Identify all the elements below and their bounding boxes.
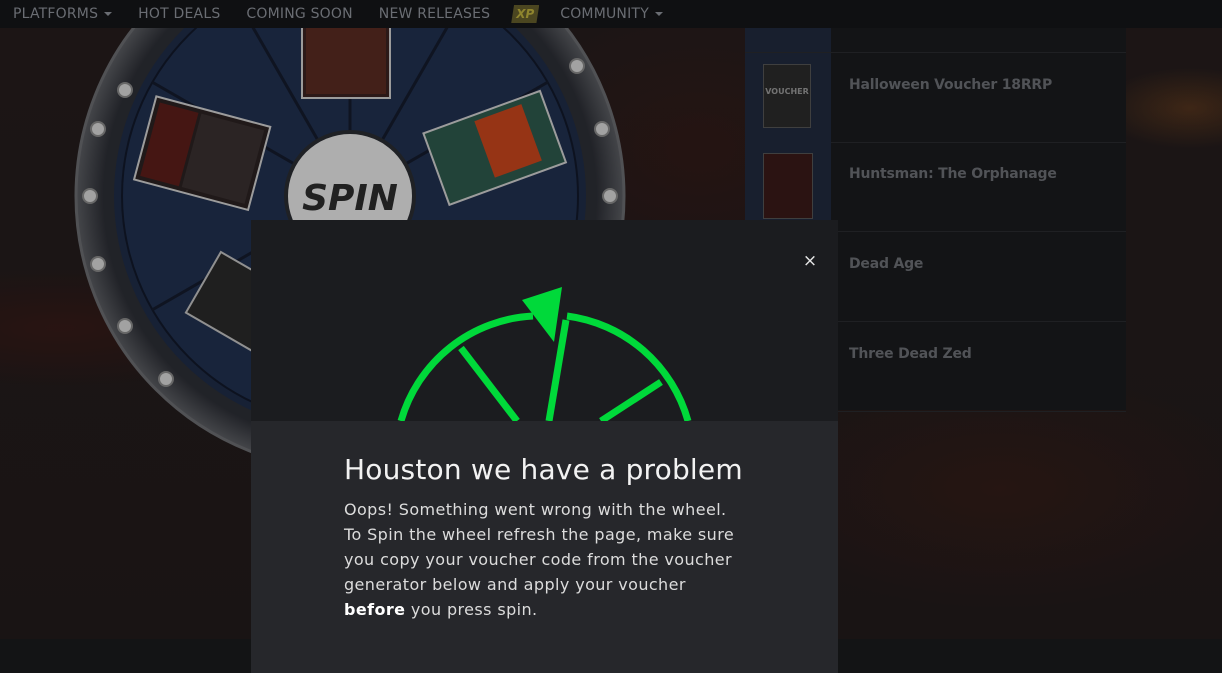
modal-message: Oops! Something went wrong with the whee… xyxy=(344,497,744,622)
modal-message-line1: Oops! Something went wrong with the whee… xyxy=(344,500,727,519)
modal-message-line2-end: you press spin. xyxy=(405,600,538,619)
xp-badge[interactable]: XP xyxy=(511,5,540,23)
close-icon[interactable]: × xyxy=(799,250,821,272)
nav-coming-soon-label: COMING SOON xyxy=(246,6,353,22)
modal-message-line2: To Spin the wheel refresh the page, make… xyxy=(344,525,735,594)
top-navigation: PLATFORMS HOT DEALS COMING SOON NEW RELE… xyxy=(0,0,1222,28)
modal-message-emphasis: before xyxy=(344,600,406,619)
nav-hot-deals[interactable]: HOT DEALS xyxy=(125,6,233,22)
nav-community[interactable]: COMMUNITY xyxy=(547,6,676,22)
nav-community-label: COMMUNITY xyxy=(560,6,649,22)
wheel-icon xyxy=(397,287,692,421)
nav-new-releases[interactable]: NEW RELEASES xyxy=(366,6,503,22)
nav-platforms[interactable]: PLATFORMS xyxy=(0,6,125,22)
nav-new-releases-label: NEW RELEASES xyxy=(378,6,491,22)
error-modal: × Houston we have a problem Oops! Someth… xyxy=(251,220,838,673)
nav-coming-soon[interactable]: COMING SOON xyxy=(233,6,365,22)
chevron-down-icon xyxy=(104,12,113,16)
nav-hot-deals-label: HOT DEALS xyxy=(138,6,221,22)
nav-platforms-label: PLATFORMS xyxy=(13,6,99,22)
modal-content: Houston we have a problem Oops! Somethin… xyxy=(251,421,838,673)
modal-header: × xyxy=(251,220,838,421)
modal-title: Houston we have a problem xyxy=(344,453,743,486)
chevron-down-icon xyxy=(654,12,663,16)
